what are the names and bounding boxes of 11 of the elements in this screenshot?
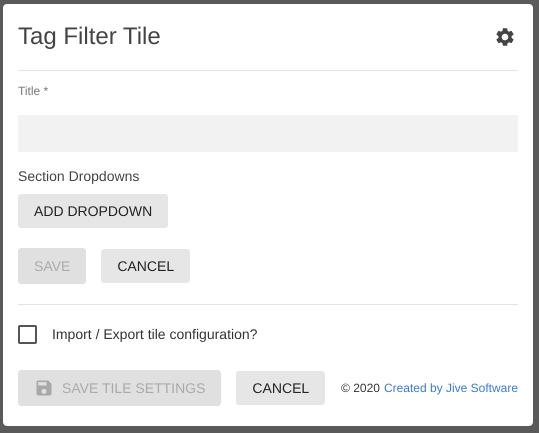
settings-icon[interactable] (494, 26, 516, 48)
copyright-text: © 2020 (341, 380, 380, 395)
section-label: Section Dropdowns (18, 168, 140, 184)
dialog-title: Tag Filter Tile (18, 22, 161, 51)
button[interactable]: CANCEL (101, 249, 190, 284)
checkbox-label: Import / Export tile configuration? (52, 326, 258, 342)
button[interactable]: CANCEL (236, 370, 326, 405)
checkbox[interactable] (18, 324, 37, 344)
credit-link[interactable]: Created by Jive Software (384, 380, 518, 395)
button[interactable]: ADD DROPDOWN (18, 194, 168, 228)
field-label: Title * (18, 84, 50, 98)
